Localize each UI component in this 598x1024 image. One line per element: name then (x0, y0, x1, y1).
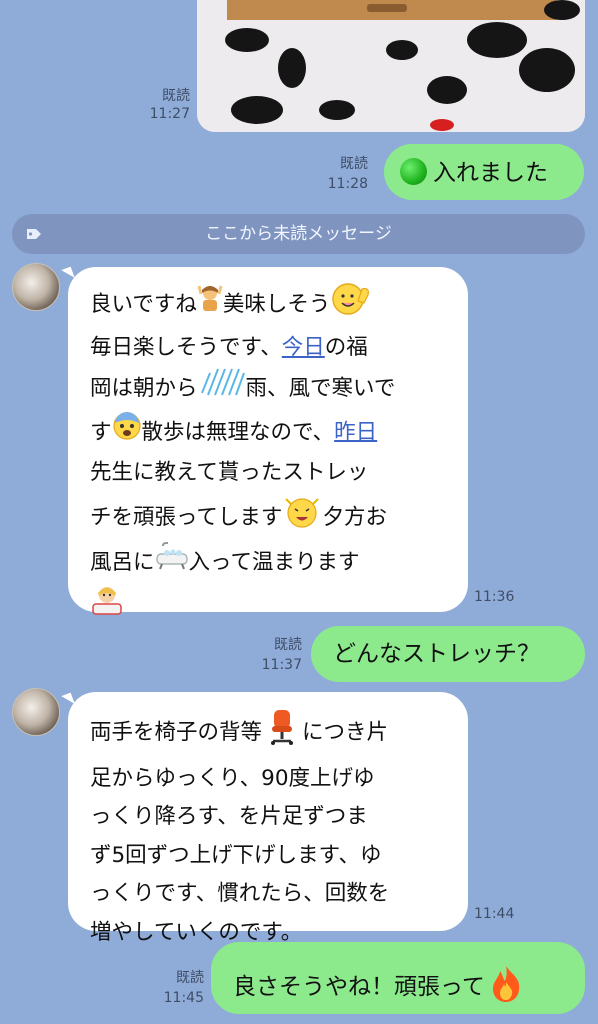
message-text: どんなストレッチ？ (333, 641, 540, 667)
read-receipt: 既読 (340, 156, 368, 172)
avatar[interactable] (12, 263, 60, 311)
message-text: 両手を椅子の背等 につき片 足からゆっくり、90度上げゆ っくり降ろす、を片足ずつ… (68, 692, 468, 952)
excited-face-icon (282, 493, 322, 543)
outgoing-message-bubble[interactable]: 良さそうやね！頑張って (211, 942, 585, 1014)
read-receipt: 既読 (274, 637, 302, 653)
read-receipt: 既読 (162, 88, 190, 104)
avatar[interactable] (12, 688, 60, 736)
message-time: 11:36 (474, 589, 515, 605)
person-gesturing-ok-icon (197, 284, 223, 326)
message-time: 11:37 (261, 657, 302, 673)
person-in-bath-icon (90, 584, 124, 630)
rain-icon (198, 367, 246, 411)
read-receipt: 既読 (176, 970, 204, 986)
message-text: 良いですね 美味しそう 毎日楽しそうです、今日の福 岡は朝から 雨、風で寒いで す散… (68, 267, 468, 629)
fearful-face-icon (112, 411, 142, 455)
message-time: 11:45 (163, 990, 204, 1006)
shared-photo[interactable] (197, 0, 585, 132)
incoming-message-bubble[interactable]: 両手を椅子の背等 につき片 足からゆっくり、90度上げゆ っくり降ろす、を片足ずつ… (68, 692, 468, 945)
message-text: 入れました (433, 160, 548, 186)
message-text: 良さそうやね！頑張って (233, 974, 485, 1000)
divider-label: ここから未読メッセージ (205, 224, 392, 244)
message-time: 11:27 (149, 106, 190, 122)
green-circle-icon (400, 158, 427, 185)
date-link-today[interactable]: 今日 (282, 335, 325, 360)
outgoing-message-bubble[interactable]: どんなストレッチ？ (311, 626, 585, 682)
tag-icon (27, 229, 41, 239)
bathtub-icon (155, 542, 189, 584)
message-time: 11:44 (474, 906, 515, 922)
message-time: 11:28 (327, 176, 368, 192)
office-chair-icon (262, 706, 302, 760)
photo-image (197, 0, 585, 132)
date-link-yesterday[interactable]: 昨日 (334, 419, 377, 444)
incoming-message-bubble[interactable]: 良いですね 美味しそう 毎日楽しそうです、今日の福 岡は朝から 雨、風で寒いで す散… (68, 267, 468, 615)
unread-divider: ここから未読メッセージ (12, 214, 585, 254)
yummy-face-icon (330, 281, 374, 329)
fire-icon (489, 964, 523, 1011)
outgoing-message-bubble[interactable]: 入れました (384, 144, 584, 200)
